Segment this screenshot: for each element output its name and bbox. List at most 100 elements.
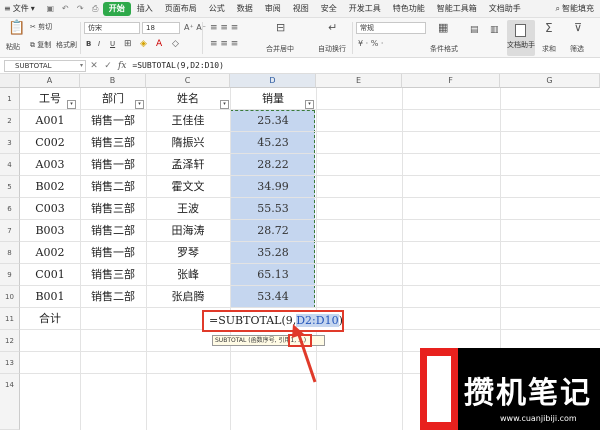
cell-name[interactable]: 罗琴 <box>146 242 230 264</box>
row-header-10[interactable]: 10 <box>0 286 20 308</box>
row-header-14[interactable]: 14 <box>0 374 20 430</box>
bold-button[interactable]: B <box>86 40 91 48</box>
cell-sales[interactable]: 45.23 <box>230 132 316 154</box>
cell-id[interactable]: A003 <box>20 154 80 176</box>
column-header-b[interactable]: B <box>80 74 146 88</box>
cell-total-label[interactable]: 合计 <box>20 308 80 330</box>
cell-id[interactable]: C002 <box>20 132 80 154</box>
wrap-text-button[interactable]: 自动换行 <box>318 44 346 54</box>
clear-format-icon[interactable]: ◇ <box>172 38 179 50</box>
cell-department[interactable]: 销售三部 <box>80 132 146 154</box>
tab-page-layout[interactable]: 页面布局 <box>159 2 203 16</box>
doc-helper-button[interactable]: 文档助手 <box>507 20 535 56</box>
cell-department[interactable]: 销售二部 <box>80 176 146 198</box>
tab-insert[interactable]: 插入 <box>131 2 159 16</box>
cell-sales[interactable]: 35.28 <box>230 242 316 264</box>
cell-sales[interactable]: 34.99 <box>230 176 316 198</box>
filter-dropdown-icon[interactable]: ▾ <box>305 100 314 109</box>
header-cell-name[interactable]: 姓名 <box>146 88 230 110</box>
print-icon[interactable]: ⎙ <box>91 4 100 13</box>
filter-icon[interactable]: ⊽ <box>574 22 582 34</box>
cut-button[interactable]: ✂ 剪切 <box>30 22 52 32</box>
cell-sales[interactable]: 25.34 <box>230 110 316 132</box>
currency-icon[interactable]: ¥ · % · <box>358 38 383 50</box>
tab-data[interactable]: 数据 <box>231 2 259 16</box>
row-header-4[interactable]: 4 <box>0 154 20 176</box>
row-header-12[interactable]: 12 <box>0 330 20 352</box>
cell-sales[interactable]: 65.13 <box>230 264 316 286</box>
paste-label[interactable]: 粘贴 <box>6 42 20 52</box>
conditional-format-icon[interactable]: ▦ <box>438 22 448 34</box>
cell-name[interactable]: 张峰 <box>146 264 230 286</box>
cell-name[interactable]: 王佳佳 <box>146 110 230 132</box>
row-header-8[interactable]: 8 <box>0 242 20 264</box>
formula-input[interactable]: =SUBTOTAL(9,D2:D10) <box>132 61 224 70</box>
tab-features[interactable]: 特色功能 <box>387 2 431 16</box>
column-header-g[interactable]: G <box>500 74 600 88</box>
cell-sales[interactable]: 28.22 <box>230 154 316 176</box>
cell-name[interactable]: 隋振兴 <box>146 132 230 154</box>
search-box[interactable]: ⌕ 智能填充 <box>556 3 594 14</box>
row-header-2[interactable]: 2 <box>0 110 20 132</box>
conditional-format-button[interactable]: 条件格式 <box>430 44 458 54</box>
underline-button[interactable]: U <box>110 40 115 48</box>
row-header-5[interactable]: 5 <box>0 176 20 198</box>
merge-center-icon[interactable]: ⊟ <box>276 22 285 34</box>
tab-view[interactable]: 视图 <box>287 2 315 16</box>
row-header-9[interactable]: 9 <box>0 264 20 286</box>
format-painter-button[interactable]: 格式刷 <box>56 40 77 50</box>
tab-developer[interactable]: 开发工具 <box>343 2 387 16</box>
filter-dropdown-icon[interactable]: ▾ <box>220 100 229 109</box>
tab-security[interactable]: 安全 <box>315 2 343 16</box>
cell-name[interactable]: 霍文文 <box>146 176 230 198</box>
fx-icon[interactable]: fx <box>118 61 126 71</box>
cell-sales[interactable]: 28.72 <box>230 220 316 242</box>
cancel-icon[interactable]: ✕ <box>88 61 100 71</box>
copy-button[interactable]: ⧉ 复制 <box>30 40 51 50</box>
cell-department[interactable]: 销售二部 <box>80 286 146 308</box>
tab-home[interactable]: 开始 <box>102 1 131 16</box>
sum-icon[interactable]: Σ <box>545 22 553 34</box>
row-header-11[interactable]: 11 <box>0 308 20 330</box>
row-header-6[interactable]: 6 <box>0 198 20 220</box>
font-color-icon[interactable]: A <box>156 38 162 50</box>
row-header-3[interactable]: 3 <box>0 132 20 154</box>
header-cell-sales[interactable]: 销量 <box>230 88 316 110</box>
column-header-f[interactable]: F <box>402 74 500 88</box>
fill-color-icon[interactable]: ◈ <box>140 38 147 50</box>
cell-sales[interactable]: 55.53 <box>230 198 316 220</box>
cell-department[interactable]: 销售三部 <box>80 198 146 220</box>
undo-icon[interactable]: ↶ <box>61 4 70 13</box>
row-header-13[interactable]: 13 <box>0 352 20 374</box>
align-top-icon[interactable]: ≡ ≡ ≡ <box>210 22 238 34</box>
name-box[interactable]: SUBTOTAL ▾ <box>4 59 86 72</box>
border-icon[interactable]: ⊞ <box>124 38 132 50</box>
file-menu[interactable]: ≡ 文件 ▾ <box>4 3 35 14</box>
cell-department[interactable]: 销售一部 <box>80 242 146 264</box>
cell-name[interactable]: 王波 <box>146 198 230 220</box>
tab-review[interactable]: 审阅 <box>259 2 287 16</box>
filter-button[interactable]: 筛选 <box>570 44 584 54</box>
chevron-down-icon[interactable]: ▾ <box>80 61 83 71</box>
cell-style-icon[interactable]: ▥ <box>490 24 499 36</box>
select-all-corner[interactable] <box>0 74 20 88</box>
cell-department[interactable]: 销售三部 <box>80 264 146 286</box>
cell-id[interactable]: C001 <box>20 264 80 286</box>
redo-icon[interactable]: ↷ <box>76 4 85 13</box>
column-header-a[interactable]: A <box>20 74 80 88</box>
wrap-text-icon[interactable]: ↵ <box>328 22 337 34</box>
cell-name[interactable]: 孟泽轩 <box>146 154 230 176</box>
cell-department[interactable]: 销售一部 <box>80 154 146 176</box>
cell-id[interactable]: A001 <box>20 110 80 132</box>
font-name-select[interactable]: 仿宋 <box>84 22 140 34</box>
cell-name[interactable]: 张启腾 <box>146 286 230 308</box>
filter-dropdown-icon[interactable]: ▾ <box>135 100 144 109</box>
paste-icon[interactable]: 📋 <box>8 21 25 35</box>
italic-button[interactable]: I <box>98 40 100 48</box>
confirm-icon[interactable]: ✓ <box>102 61 114 71</box>
cell-id[interactable]: B003 <box>20 220 80 242</box>
row-header-7[interactable]: 7 <box>0 220 20 242</box>
font-size-select[interactable]: 18 <box>142 22 180 34</box>
save-icon[interactable]: ▣ <box>46 4 55 13</box>
tab-formulas[interactable]: 公式 <box>203 2 231 16</box>
